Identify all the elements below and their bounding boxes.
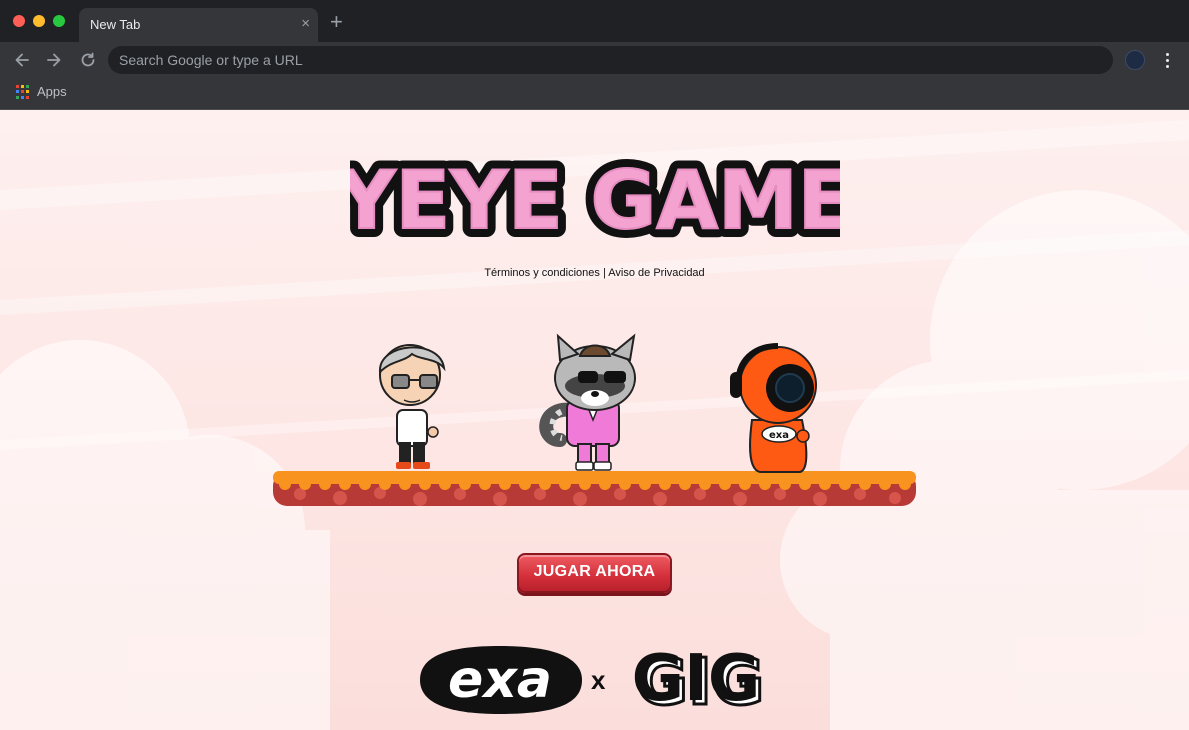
address-bar[interactable]: Search Google or type a URL <box>108 46 1113 74</box>
gig-logo-text: GIG <box>632 642 761 716</box>
exa-logo-text: exa <box>448 650 552 710</box>
tab-close-icon[interactable]: × <box>301 15 310 33</box>
toolbar: Search Google or type a URL <box>0 42 1189 78</box>
menu-icon[interactable] <box>1160 51 1174 69</box>
gig-logo: GIG GIG <box>632 642 766 720</box>
tab-strip: New Tab × + <box>0 0 1189 42</box>
mascot-badge: exa <box>769 430 789 441</box>
extension-icon[interactable] <box>1125 50 1145 70</box>
bookmarks-bar: Apps <box>0 78 1189 110</box>
character-old-man[interactable] <box>378 344 446 469</box>
characters-scene: exa <box>273 333 916 506</box>
close-window-button[interactable] <box>13 15 25 27</box>
maximize-window-button[interactable] <box>53 15 65 27</box>
tab-new-tab[interactable]: New Tab × <box>79 8 318 42</box>
logos-separator: x <box>591 665 606 695</box>
forward-icon[interactable] <box>43 49 65 71</box>
character-raccoon[interactable] <box>539 333 636 471</box>
new-tab-button[interactable]: + <box>330 11 343 33</box>
address-placeholder: Search Google or type a URL <box>119 52 303 68</box>
back-icon[interactable] <box>11 49 33 71</box>
browser-window: New Tab × + Search Google or type a URL … <box>0 0 1189 730</box>
play-now-button[interactable]: JUGAR AHORA <box>517 553 672 593</box>
tab-title: New Tab <box>90 17 141 32</box>
minimize-window-button[interactable] <box>33 15 45 27</box>
platform <box>273 471 916 506</box>
game-landing-page: YEYE GAME YEYE GAME Términos y condicion… <box>0 110 1189 730</box>
apps-icon[interactable] <box>16 85 30 99</box>
apps-bookmark[interactable]: Apps <box>37 84 67 99</box>
character-exa-mascot[interactable]: exa <box>730 343 817 473</box>
exa-logo: exa <box>420 646 582 714</box>
reload-icon[interactable] <box>77 49 99 71</box>
